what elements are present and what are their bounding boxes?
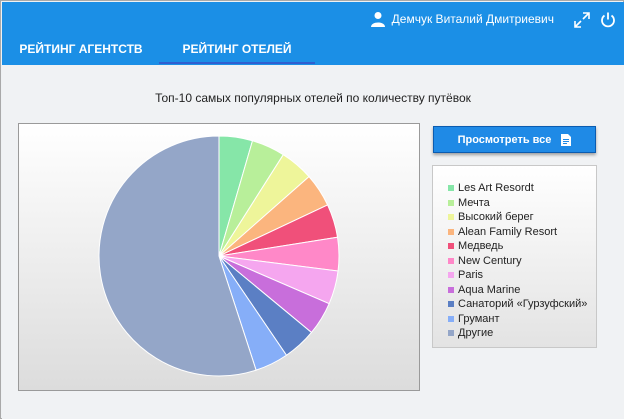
legend-swatch (448, 214, 454, 221)
tab-bar: РЕЙТИНГ АГЕНТСТВ РЕЙТИНГ ОТЕЛЕЙ (3, 38, 315, 66)
tab-agencies-rating[interactable]: РЕЙТИНГ АГЕНТСТВ (3, 38, 159, 66)
app-window: Демчук Виталий Дмитриевич РЕЙТИНГ АГЕНТС… (0, 0, 624, 419)
user-menu[interactable]: Демчук Виталий Дмитриевич (370, 11, 554, 27)
legend-label: Aqua Marine (458, 283, 521, 296)
user-name: Демчук Виталий Дмитриевич (391, 12, 554, 26)
pie-chart (98, 135, 340, 377)
main-content: Топ-10 самых популярных отелей по количе… (2, 65, 624, 419)
legend-label: Высокий берег (458, 211, 534, 224)
legend-swatch (448, 243, 454, 250)
view-all-button[interactable]: Просмотреть все (433, 126, 596, 153)
legend-item: Les Art Resordt (448, 181, 596, 196)
legend-swatch (448, 185, 454, 192)
legend-label: Paris (458, 269, 484, 282)
legend-swatch (448, 330, 454, 337)
tab-hotels-rating[interactable]: РЕЙТИНГ ОТЕЛЕЙ (159, 38, 315, 66)
legend-label: Les Art Resordt (458, 182, 534, 195)
fullscreen-icon[interactable] (573, 11, 591, 29)
legend-item: Грумант (448, 312, 596, 327)
document-icon (561, 133, 572, 146)
legend-swatch (448, 301, 454, 308)
top-bar: Демчук Виталий Дмитриевич РЕЙТИНГ АГЕНТС… (2, 2, 624, 65)
legend-item: Alean Family Resort (448, 225, 596, 240)
chart-title: Топ-10 самых популярных отелей по количе… (155, 91, 471, 105)
legend-swatch (448, 315, 454, 322)
legend-swatch (448, 199, 454, 206)
legend-swatch (448, 286, 454, 293)
legend-label: New Century (458, 254, 522, 267)
legend-swatch (448, 272, 454, 279)
legend-item: Aqua Marine (448, 283, 596, 298)
legend-item: Paris (448, 268, 596, 283)
user-icon (370, 12, 385, 27)
legend-item: Мечта (448, 196, 596, 211)
legend-label: Мечта (458, 196, 490, 209)
legend-item: Медведь (448, 239, 596, 254)
legend-label: Санаторий «Гурзуфский» (458, 298, 588, 311)
legend-item: Санаторий «Гурзуфский» (448, 297, 596, 312)
legend-label: Грумант (458, 312, 500, 325)
legend-item: Высокий берег (448, 210, 596, 225)
chart-legend: Les Art Resordt Мечта Высокий берег Alean F… (432, 165, 597, 348)
legend-item: New Century (448, 254, 596, 269)
legend-swatch (448, 257, 454, 264)
legend-label: Alean Family Resort (458, 225, 558, 238)
legend-label: Другие (458, 327, 494, 340)
legend-item: Другие (448, 326, 596, 341)
pie-chart-panel (18, 123, 420, 391)
power-icon[interactable] (599, 11, 617, 29)
legend-swatch (448, 228, 454, 235)
legend-label: Медведь (458, 240, 504, 253)
view-all-label: Просмотреть все (457, 133, 552, 146)
